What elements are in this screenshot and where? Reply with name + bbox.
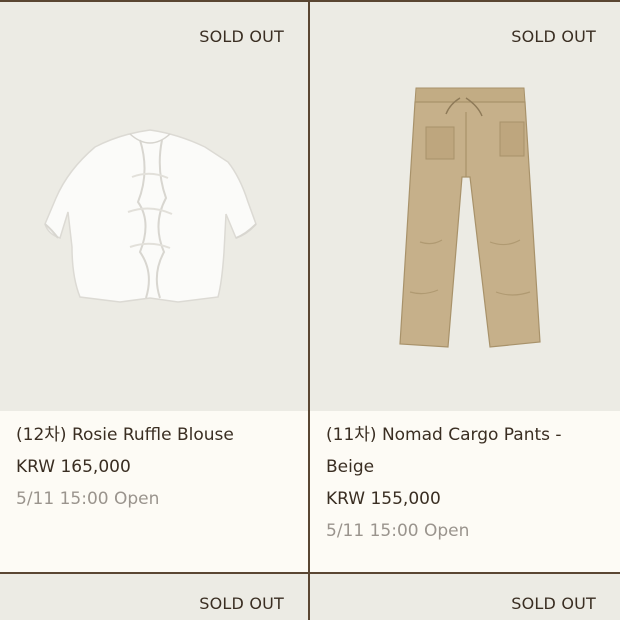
product-info: (11차) Nomad Cargo Pants - Beige KRW 155,… — [310, 411, 620, 547]
product-image[interactable]: SOLD OUT — [0, 574, 308, 620]
product-image[interactable]: SOLD OUT — [0, 2, 308, 411]
product-price: KRW 155,000 — [326, 489, 441, 509]
product-title-continued[interactable]: Beige — [326, 451, 620, 483]
product-title[interactable]: (11차) Nomad Cargo Pants - — [326, 419, 620, 451]
product-title[interactable]: (12차) Rosie Ruffle Blouse — [16, 419, 308, 451]
product-image[interactable]: SOLD OUT — [310, 2, 620, 411]
sold-out-label: SOLD OUT — [199, 594, 284, 613]
product-price: KRW 165,000 — [16, 457, 131, 477]
blouse-image-icon — [44, 129, 257, 303]
sold-out-label: SOLD OUT — [511, 594, 596, 613]
product-info: (12차) Rosie Ruffle Blouse KRW 165,000 5/… — [0, 411, 308, 515]
open-time: 5/11 15:00 Open — [326, 521, 470, 541]
product-card[interactable]: SOLD OUT (11차) Nomad Cargo Pants - Beige… — [310, 2, 620, 547]
product-card[interactable]: SOLD OUT (12차) Rosie Ruffle Blouse KRW 1… — [0, 2, 308, 515]
open-time: 5/11 15:00 Open — [16, 489, 160, 509]
product-image[interactable]: SOLD OUT — [310, 574, 620, 620]
cargo-pants-image-icon — [399, 87, 541, 348]
